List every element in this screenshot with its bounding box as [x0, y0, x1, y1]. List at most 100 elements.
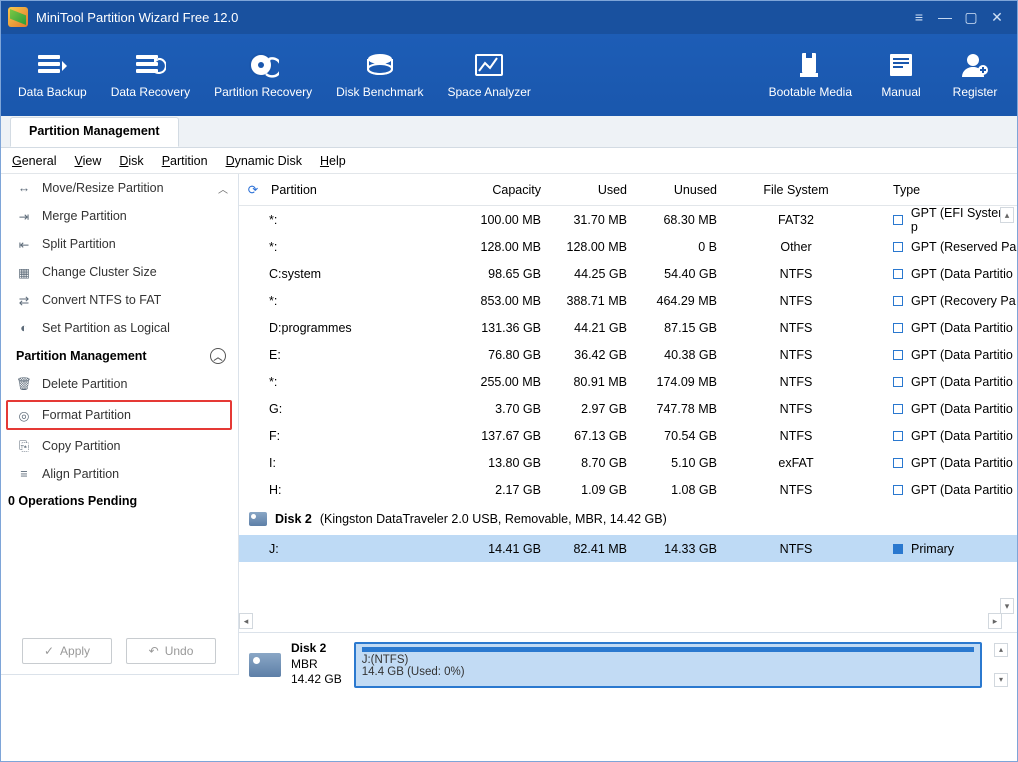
sidebar-item-label: Move/Resize Partition: [42, 181, 164, 195]
close-button[interactable]: ✕: [984, 8, 1010, 26]
minimize-button[interactable]: —: [932, 8, 958, 26]
cell-filesystem: NTFS: [717, 402, 875, 416]
toolbar-manual[interactable]: Manual: [864, 45, 938, 105]
col-capacity[interactable]: Capacity: [441, 183, 541, 197]
sidebar-item-align-partition[interactable]: ≡Align Partition: [0, 460, 238, 488]
menu-general[interactable]: General: [12, 154, 56, 168]
maximize-button[interactable]: ▢: [958, 8, 984, 26]
sidebar-item-delete-partition[interactable]: 🗑Delete Partition: [0, 370, 238, 398]
cell-filesystem: FAT32: [717, 213, 875, 227]
benchmark-icon: [363, 51, 397, 79]
table-row[interactable]: F:137.67 GB67.13 GB70.54 GBNTFSGPT (Data…: [239, 422, 1018, 449]
table-row[interactable]: G:3.70 GB2.97 GB747.78 MBNTFSGPT (Data P…: [239, 395, 1018, 422]
scroll-down-icon[interactable]: ▾: [1000, 598, 1014, 614]
cell-unused: 1.08 GB: [627, 483, 717, 497]
col-used[interactable]: Used: [541, 183, 627, 197]
sidebar-item-set-partition-as-logical[interactable]: ◐Set Partition as Logical: [0, 314, 238, 342]
table-row[interactable]: *:255.00 MB80.91 MB174.09 MBNTFSGPT (Dat…: [239, 368, 1018, 395]
menu-help[interactable]: Help: [320, 154, 346, 168]
action-icon: ↔: [16, 180, 32, 196]
tab-partition-management[interactable]: Partition Management: [10, 117, 179, 147]
main-toolbar: Data BackupData RecoveryPartition Recove…: [0, 34, 1018, 116]
disk-map-scrollbar[interactable]: ▴ ▾: [994, 643, 1008, 687]
window-title: MiniTool Partition Wizard Free 12.0: [36, 10, 238, 25]
cell-filesystem: NTFS: [717, 294, 875, 308]
type-color-icon: [893, 485, 903, 495]
scroll-up-icon[interactable]: ▴: [994, 643, 1008, 657]
sidebar-item-convert-ntfs-to-fat[interactable]: ⇄Convert NTFS to FAT: [0, 286, 238, 314]
horizontal-scrollbar[interactable]: ◂ ▸: [239, 613, 1002, 630]
toolbar-register[interactable]: Register: [938, 45, 1012, 105]
sidebar-section-header[interactable]: Partition Management ︿: [0, 342, 238, 370]
col-partition[interactable]: Partition: [267, 183, 441, 197]
analyzer-icon: [472, 51, 506, 79]
apply-button[interactable]: ✓Apply: [22, 638, 112, 664]
cell-used: 44.25 GB: [541, 267, 627, 281]
sidebar-item-split-partition[interactable]: ⇤Split Partition: [0, 230, 238, 258]
toolbar-backup[interactable]: Data Backup: [6, 45, 99, 105]
toolbar-benchmark[interactable]: Disk Benchmark: [324, 45, 435, 105]
cell-filesystem: Other: [717, 240, 875, 254]
cell-used: 2.97 GB: [541, 402, 627, 416]
toolbar-part-recovery[interactable]: Partition Recovery: [202, 45, 324, 105]
chevron-up-icon: ︿: [218, 181, 228, 196]
disk-map-name: Disk 2: [291, 641, 342, 657]
scroll-up-icon[interactable]: ▴: [1000, 207, 1014, 223]
sidebar-item-copy-partition[interactable]: ⎘Copy Partition: [0, 432, 238, 460]
scroll-left-icon[interactable]: ◂: [239, 613, 253, 629]
sidebar-item-label: Copy Partition: [42, 439, 121, 453]
col-unused[interactable]: Unused: [627, 183, 717, 197]
table-row[interactable]: D:programmes131.36 GB44.21 GB87.15 GBNTF…: [239, 314, 1018, 341]
type-color-icon: [893, 296, 903, 306]
partition-table: ⟳ Partition Capacity Used Unused File Sy…: [239, 174, 1018, 674]
table-row[interactable]: H:2.17 GB1.09 GB1.08 GBNTFSGPT (Data Par…: [239, 476, 1018, 503]
sidebar-item-change-cluster-size[interactable]: ▦Change Cluster Size: [0, 258, 238, 286]
disk-desc: (Kingston DataTraveler 2.0 USB, Removabl…: [320, 512, 667, 526]
vertical-scrollbar[interactable]: ▴ ▾: [999, 207, 1015, 614]
menu-dynamic-disk[interactable]: Dynamic Disk: [226, 154, 302, 168]
sidebar: ↔ Move/Resize Partition ︿ ⇥Merge Partition⇤…: [0, 174, 239, 674]
cell-capacity: 255.00 MB: [441, 375, 541, 389]
cell-capacity: 98.65 GB: [441, 267, 541, 281]
sidebar-item-label: Align Partition: [42, 467, 119, 481]
table-row[interactable]: *:100.00 MB31.70 MB68.30 MBFAT32GPT (EFI…: [239, 206, 1018, 233]
menu-partition[interactable]: Partition: [162, 154, 208, 168]
table-row[interactable]: C:system98.65 GB44.25 GB54.40 GBNTFSGPT …: [239, 260, 1018, 287]
table-row[interactable]: I:13.80 GB8.70 GB5.10 GBexFATGPT (Data P…: [239, 449, 1018, 476]
table-row[interactable]: E:76.80 GB36.42 GB40.38 GBNTFSGPT (Data …: [239, 341, 1018, 368]
sidebar-item-label: Delete Partition: [42, 377, 127, 391]
sidebar-item-format-partition[interactable]: ◎Format Partition: [6, 400, 232, 430]
toolbar-recovery[interactable]: Data Recovery: [99, 45, 202, 105]
toolbar-analyzer[interactable]: Space Analyzer: [436, 45, 543, 105]
disk-map-partition-label: J:(NTFS): [362, 654, 974, 666]
undo-button[interactable]: ↶Undo: [126, 638, 216, 664]
bootable-icon: [793, 51, 827, 79]
cell-used: 82.41 MB: [541, 542, 627, 556]
disk-header-row[interactable]: Disk 2 (Kingston DataTraveler 2.0 USB, R…: [239, 503, 1018, 535]
menu-view[interactable]: View: [74, 154, 101, 168]
cell-type: GPT (Recovery Pa: [875, 294, 1018, 308]
col-type[interactable]: Type: [875, 183, 1018, 197]
table-row[interactable]: *:128.00 MB128.00 MB0 BOtherGPT (Reserve…: [239, 233, 1018, 260]
scroll-down-icon[interactable]: ▾: [994, 673, 1008, 687]
toolbar-bootable[interactable]: Bootable Media: [757, 45, 864, 105]
cell-unused: 174.09 MB: [627, 375, 717, 389]
sidebar-item-merge-partition[interactable]: ⇥Merge Partition: [0, 202, 238, 230]
disk-icon: [249, 512, 267, 526]
col-filesystem[interactable]: File System: [717, 183, 875, 197]
scroll-right-icon[interactable]: ▸: [988, 613, 1002, 629]
cell-partition: *:: [239, 213, 441, 227]
disk-map-partition[interactable]: J:(NTFS) 14.4 GB (Used: 0%): [354, 642, 982, 688]
collapse-icon[interactable]: ︿: [210, 348, 226, 364]
cell-capacity: 853.00 MB: [441, 294, 541, 308]
refresh-icon[interactable]: ⟳: [239, 182, 267, 197]
table-row[interactable]: *:853.00 MB388.71 MB464.29 MBNTFSGPT (Re…: [239, 287, 1018, 314]
sidebar-item-move-resize-partition[interactable]: ↔ Move/Resize Partition ︿: [0, 174, 238, 202]
menu-disk[interactable]: Disk: [119, 154, 143, 168]
menu-icon[interactable]: ≡: [906, 8, 932, 26]
sidebar-item-label: Change Cluster Size: [42, 265, 157, 279]
table-row[interactable]: J:14.41 GB82.41 MB14.33 GBNTFSPrimary: [239, 535, 1018, 562]
cell-partition: H:: [239, 483, 441, 497]
cell-capacity: 3.70 GB: [441, 402, 541, 416]
cell-used: 8.70 GB: [541, 456, 627, 470]
